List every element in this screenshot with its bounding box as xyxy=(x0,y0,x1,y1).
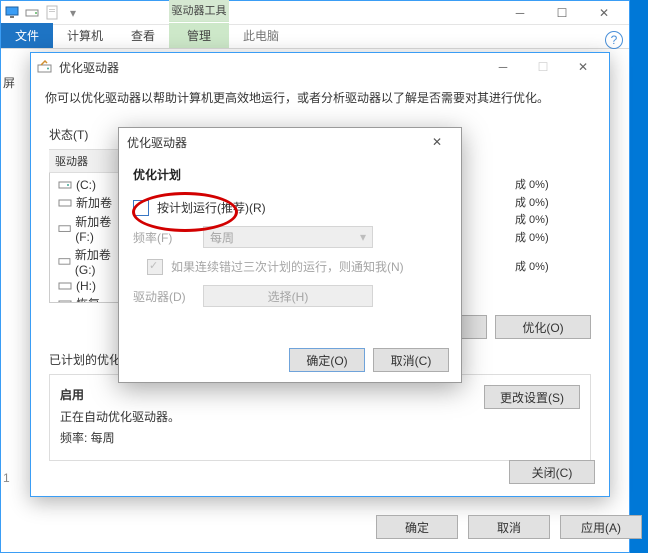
monitor-icon xyxy=(5,5,21,21)
change-settings-button[interactable]: 更改设置(S) xyxy=(484,385,580,409)
help-icon[interactable]: ? xyxy=(605,31,623,49)
optwin-minimize-button[interactable]: ─ xyxy=(483,54,523,80)
stub-line-2: 1 xyxy=(3,471,27,485)
quick-access-toolbar: ▾ xyxy=(5,5,81,21)
peek-status: 成 0%) xyxy=(515,194,549,210)
qat-more-icon[interactable]: ▾ xyxy=(65,5,81,21)
drives-label: 驱动器(D) xyxy=(133,288,203,305)
under-apply-button[interactable]: 应用(A) xyxy=(560,515,642,539)
schedule-dialog-close-button[interactable]: ✕ xyxy=(421,130,453,154)
explorer-titlebar: ▾ ─ ☐ ✕ xyxy=(1,1,629,25)
tab-computer[interactable]: 计算机 xyxy=(53,23,117,48)
optimize-description: 你可以优化驱动器以帮助计算机更高效地运行，或者分析驱动器以了解是否需要对其进行优… xyxy=(31,81,609,114)
left-underlying-stub: 屏 1 xyxy=(0,50,30,491)
optwin-footer: 关闭(C) xyxy=(509,460,595,484)
schedule-ok-button[interactable]: 确定(O) xyxy=(289,348,365,372)
drive-icon xyxy=(58,279,72,293)
frequency-select[interactable]: 每周 ▾ xyxy=(203,226,373,248)
notify-row: 如果连续错过三次计划的运行，则通知我(N) xyxy=(133,258,447,275)
drive-icon xyxy=(58,222,71,236)
notify-checkbox xyxy=(147,259,163,275)
drive-name: (C:) xyxy=(76,178,96,192)
optwin-maximize-button[interactable]: ☐ xyxy=(523,54,563,80)
optimize-titlebar: 优化驱动器 ─ ☐ ✕ xyxy=(31,53,609,81)
tab-manage[interactable]: 管理 xyxy=(169,23,229,48)
scheduled-info: 启用 正在自动优化驱动器。 频率: 每周 xyxy=(60,385,180,450)
peek-status: 成 0%) xyxy=(515,211,549,227)
scheduled-box: 启用 正在自动优化驱动器。 频率: 每周 更改设置(S) xyxy=(49,374,591,461)
explorer-maximize-button[interactable]: ☐ xyxy=(541,2,583,24)
drives-row: 驱动器(D) 选择(H) xyxy=(133,285,447,307)
run-on-schedule-label: 按计划运行(推荐)(R) xyxy=(157,199,266,216)
peek-status: 成 0%) xyxy=(515,258,549,274)
optimize-button[interactable]: 优化(O) xyxy=(495,315,591,339)
tab-file[interactable]: 文件 xyxy=(1,23,53,48)
explorer-close-button[interactable]: ✕ xyxy=(583,2,625,24)
frequency-label: 频率(F) xyxy=(133,229,203,246)
drive-icon xyxy=(58,297,72,304)
frequency-row: 频率(F) 每周 ▾ xyxy=(133,226,447,248)
schedule-dialog-footer: 确定(O) 取消(C) xyxy=(289,348,449,372)
run-on-schedule-checkbox[interactable] xyxy=(133,200,149,216)
notify-label: 如果连续错过三次计划的运行，则通知我(N) xyxy=(171,258,404,275)
schedule-dialog-body: 优化计划 按计划运行(推荐)(R) 频率(F) 每周 ▾ 如果连续错过三次计划的… xyxy=(119,156,461,327)
under-cancel-button[interactable]: 取消 xyxy=(468,515,550,539)
context-group-label: 驱动器工具 xyxy=(169,0,229,22)
peek-status: 成 0%) xyxy=(515,176,549,192)
optimize-icon xyxy=(37,59,53,75)
drive-icon xyxy=(58,196,72,210)
underlying-dialog-buttons: 确定 取消 应用(A) xyxy=(277,515,642,539)
run-on-schedule-row: 按计划运行(推荐)(R) xyxy=(133,199,447,216)
sched-freq: 频率: 每周 xyxy=(60,428,180,450)
schedule-dialog-title: 优化驱动器 xyxy=(127,134,187,151)
optwin-close-button2[interactable]: 关闭(C) xyxy=(509,460,595,484)
context-tab-group: 驱动器工具 管理 xyxy=(169,23,229,48)
tab-view[interactable]: 查看 xyxy=(117,23,169,48)
under-ok-button[interactable]: 确定 xyxy=(376,515,458,539)
drive-name: 新加卷 xyxy=(76,194,112,211)
drive-icon xyxy=(58,178,72,192)
explorer-minimize-button[interactable]: ─ xyxy=(499,2,541,24)
stub-line-1: 屏 xyxy=(3,74,27,91)
choose-drives-button: 选择(H) xyxy=(203,285,373,307)
sched-enabled-label: 启用 xyxy=(60,385,180,407)
optwin-close-button[interactable]: ✕ xyxy=(563,54,603,80)
drive-qat-icon[interactable] xyxy=(25,5,41,21)
explorer-window-controls: ─ ☐ ✕ xyxy=(499,2,625,24)
optimize-title-text: 优化驱动器 xyxy=(59,59,119,76)
schedule-cancel-button[interactable]: 取消(C) xyxy=(373,348,449,372)
peek-status: 成 0%) xyxy=(515,229,549,245)
schedule-dialog: 优化驱动器 ✕ 优化计划 按计划运行(推荐)(R) 频率(F) 每周 ▾ 如果连… xyxy=(118,127,462,383)
chevron-down-icon: ▾ xyxy=(360,230,366,244)
sched-desc: 正在自动优化驱动器。 xyxy=(60,407,180,429)
drive-name: (H:) xyxy=(76,279,96,293)
schedule-dialog-titlebar: 优化驱动器 ✕ xyxy=(119,128,461,156)
drive-name: 恢复 xyxy=(76,295,100,303)
drive-icon xyxy=(58,255,71,269)
ribbon-tabs: 文件 计算机 查看 驱动器工具 管理 此电脑 xyxy=(1,25,629,49)
properties-qat-icon[interactable] xyxy=(45,5,61,21)
location-label: 此电脑 xyxy=(229,23,293,48)
frequency-value: 每周 xyxy=(210,229,234,246)
schedule-heading: 优化计划 xyxy=(133,166,447,183)
